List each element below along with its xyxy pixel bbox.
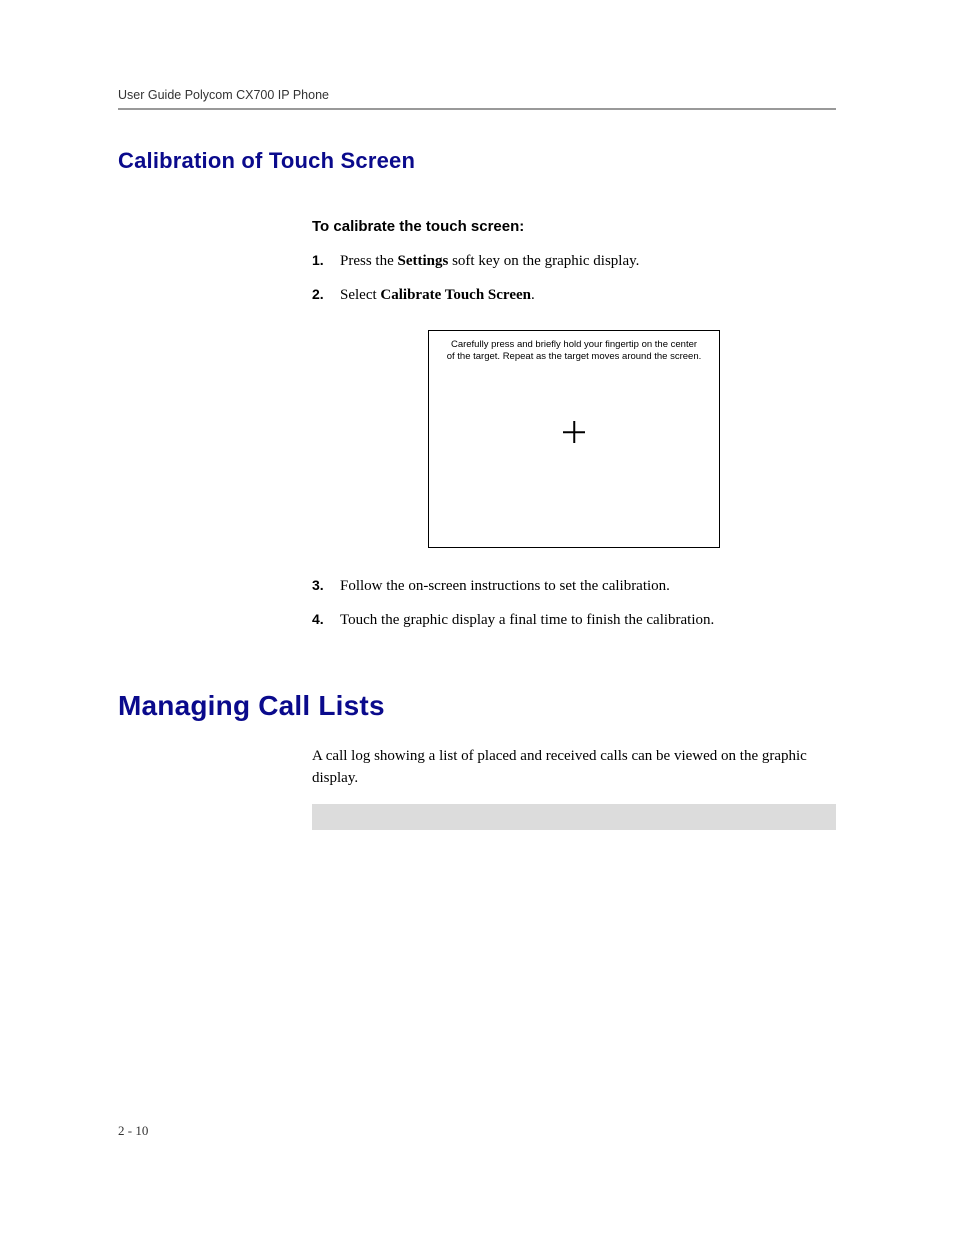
managing-content: A call log showing a list of placed and … (312, 746, 836, 830)
section-heading-managing-call-lists: Managing Call Lists (118, 690, 836, 722)
screenshot-text-line2: of the target. Repeat as the target move… (439, 351, 709, 364)
step-item: 4. Touch the graphic display a final tim… (312, 610, 836, 630)
step-text: Touch the graphic display a final time t… (340, 610, 836, 630)
step-pre: Press the (340, 253, 398, 269)
step-number: 4. (312, 610, 340, 629)
step-pre: Touch the graphic display a final time t… (340, 612, 714, 628)
screenshot-text-line1: Carefully press and briefly hold your fi… (439, 339, 709, 352)
calibration-content: To calibrate the touch screen: 1. Press … (312, 218, 836, 630)
step-text: Follow the on-screen instructions to set… (340, 576, 836, 596)
crosshair-icon (563, 421, 585, 443)
calibration-screenshot: Carefully press and briefly hold your fi… (428, 330, 720, 548)
step-number: 1. (312, 251, 340, 270)
procedure-title: To calibrate the touch screen: (312, 218, 836, 235)
steps-list-lower: 3. Follow the on-screen instructions to … (312, 576, 836, 631)
calibration-screenshot-wrap: Carefully press and briefly hold your fi… (312, 330, 836, 548)
body-paragraph: A call log showing a list of placed and … (312, 746, 836, 790)
steps-list-upper: 1. Press the Settings soft key on the gr… (312, 251, 836, 306)
step-item: 3. Follow the on-screen instructions to … (312, 576, 836, 596)
step-post: soft key on the graphic display. (448, 253, 639, 269)
step-text: Select Calibrate Touch Screen. (340, 285, 836, 305)
step-text: Press the Settings soft key on the graph… (340, 251, 836, 271)
section-heading-calibration: Calibration of Touch Screen (118, 148, 836, 174)
page-number: 2 - 10 (118, 1123, 148, 1139)
step-bold: Calibrate Touch Screen (380, 287, 531, 303)
step-number: 3. (312, 576, 340, 595)
step-pre: Select (340, 287, 380, 303)
running-header: User Guide Polycom CX700 IP Phone (118, 88, 836, 110)
step-pre: Follow the on-screen instructions to set… (340, 578, 670, 594)
step-item: 2. Select Calibrate Touch Screen. (312, 285, 836, 305)
step-post: . (531, 287, 535, 303)
step-number: 2. (312, 285, 340, 304)
step-bold: Settings (398, 253, 449, 269)
step-item: 1. Press the Settings soft key on the gr… (312, 251, 836, 271)
gray-bar (312, 804, 836, 830)
